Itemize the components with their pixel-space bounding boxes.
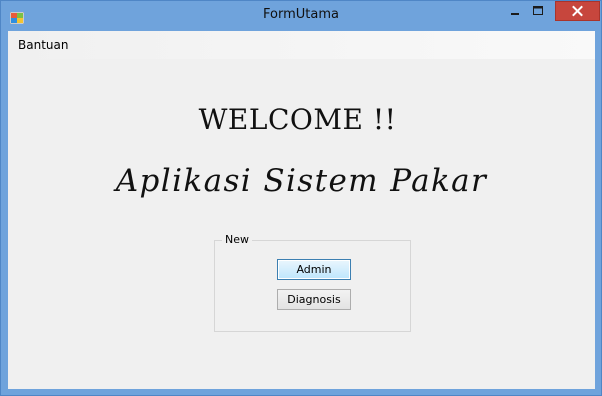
app-window: FormUtama Bantuan WELCOME !! Aplikasi Si…	[0, 0, 602, 396]
groupbox-legend: New	[222, 233, 252, 247]
close-icon	[572, 5, 583, 17]
menu-item-bantuan[interactable]: Bantuan	[14, 36, 72, 56]
app-name-heading: Aplikasi Sistem Pakar	[115, 163, 488, 199]
menu-bar: Bantuan	[8, 31, 595, 59]
admin-button[interactable]: Admin	[277, 259, 351, 280]
new-groupbox: New Admin Diagnosis	[214, 233, 411, 332]
maximize-icon	[533, 6, 543, 15]
maximize-button[interactable]	[529, 4, 547, 18]
minimize-button[interactable]	[506, 5, 524, 19]
minimize-icon	[511, 13, 519, 15]
welcome-heading: WELCOME !!	[198, 103, 397, 136]
form-client-area: Bantuan WELCOME !! Aplikasi Sistem Pakar…	[8, 31, 595, 389]
close-button[interactable]	[555, 1, 600, 21]
title-bar[interactable]: FormUtama	[1, 1, 601, 31]
diagnosis-button[interactable]: Diagnosis	[277, 289, 351, 310]
